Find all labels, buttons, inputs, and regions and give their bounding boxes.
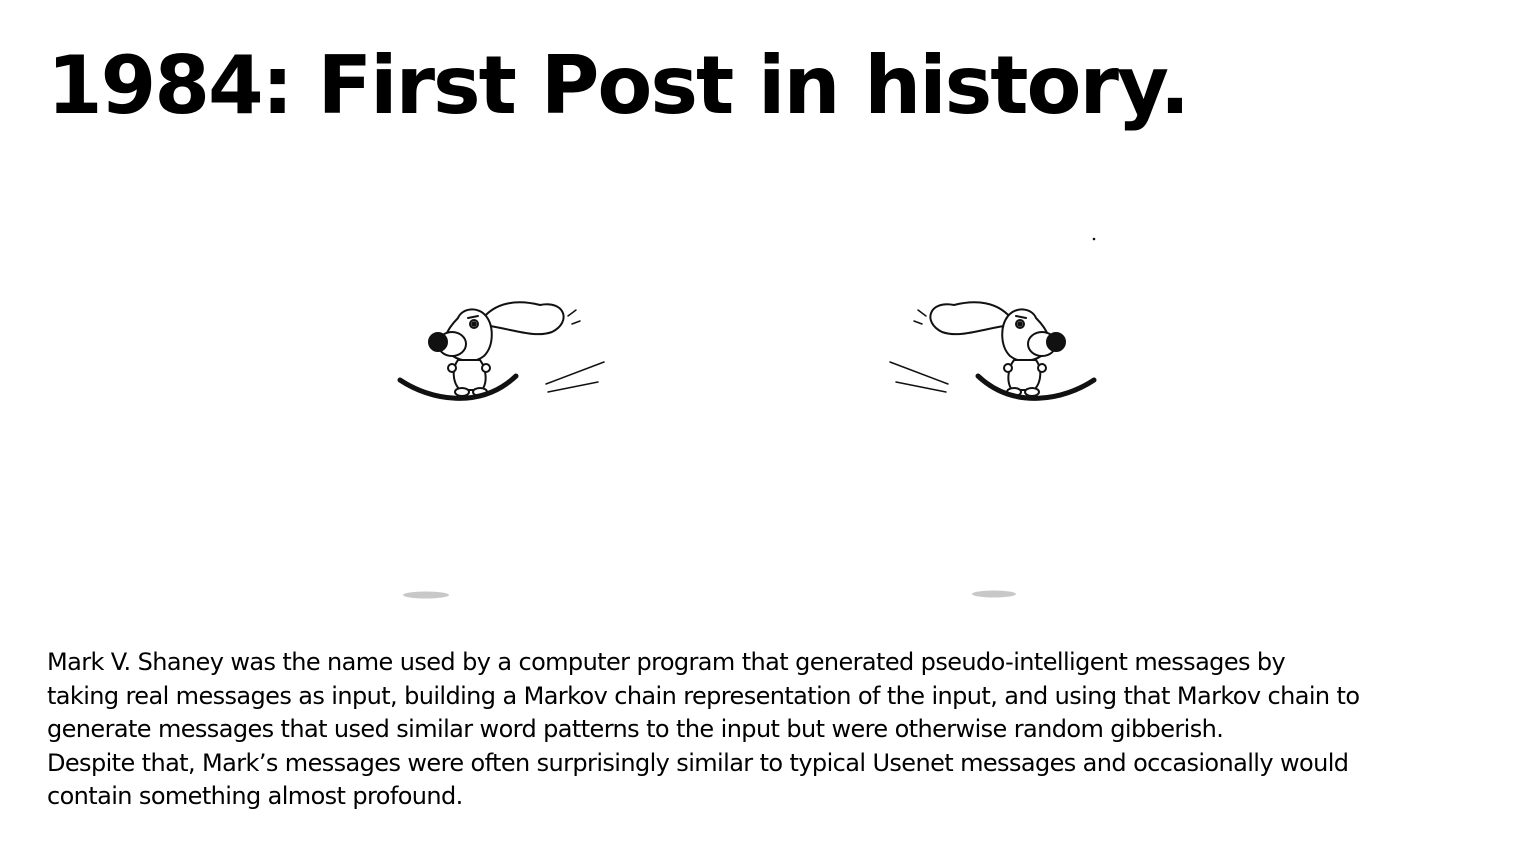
body-line: Despite that, Mark’s messages were often… — [47, 748, 1349, 777]
right-cartoon-dog — [889, 301, 1097, 401]
slide-title: 1984: First Post in history. — [47, 39, 1190, 132]
body-line: contain something almost profound. — [47, 782, 463, 810]
cartoon-illustration — [397, 237, 1097, 599]
left-shadow — [403, 591, 449, 599]
body-line: generate messages that used similar word… — [47, 715, 1224, 743]
body-line: Mark V. Shaney was the name used by a co… — [47, 648, 1286, 676]
right-shadow — [972, 590, 1016, 598]
left-cartoon-dog — [397, 301, 605, 401]
body-line: taking real messages as input, building … — [47, 681, 1360, 710]
stray-dot — [1092, 237, 1096, 241]
body-paragraph: Mark V. Shaney was the name used by a co… — [47, 646, 1467, 814]
